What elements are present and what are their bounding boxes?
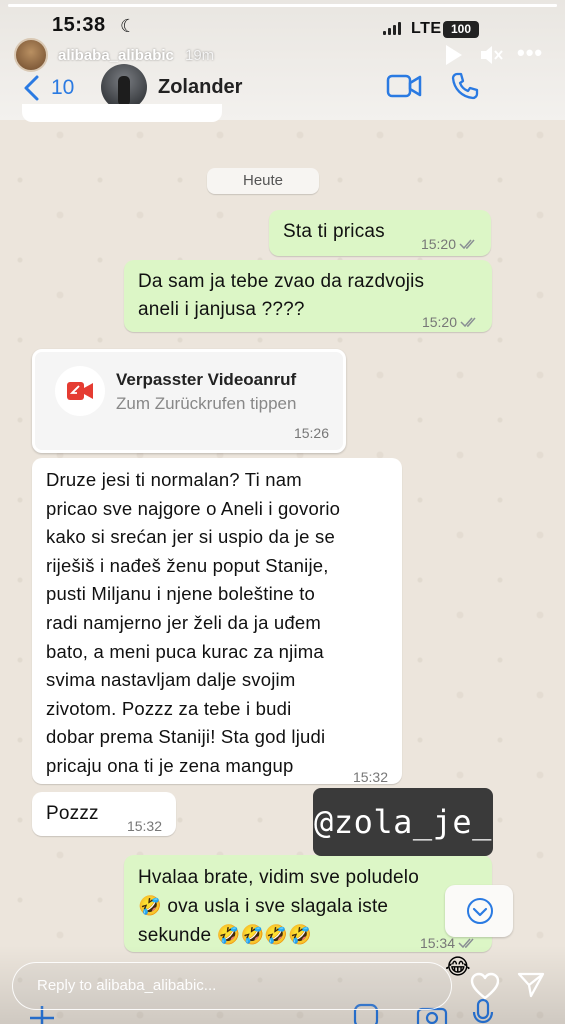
message-meta: 15:20 [422,308,480,336]
more-options-icon[interactable]: ••• [517,40,549,66]
play-icon[interactable] [440,42,466,68]
message-time: 15:32 [126,818,162,834]
network-label: LTE [411,20,442,37]
message-incoming[interactable]: Druze jesi ti normalan? Ti nam pricao sv… [32,458,402,785]
moon-icon: ☾ [120,16,137,36]
previous-message-edge [22,104,222,122]
missed-call-time: 15:26 [293,425,329,441]
phone-call-icon[interactable] [450,71,480,101]
message-outgoing[interactable]: Hvalaa brate, vidim sve poludelo 🤣 ova u… [124,855,492,952]
missed-call-subtitle: Zum Zurückrufen tippen [116,394,297,413]
message-meta: 15:20 [421,230,479,258]
message-outgoing[interactable]: Sta ti pricas 15:20 [269,210,491,256]
story-posted-ago: 19m [185,47,215,64]
message-time: 15:20 [420,236,456,252]
message-text: Sta ti pricas [283,221,385,242]
mention-sticker[interactable]: @zola_je_ [313,788,493,856]
message-text: Hvalaa brate, vidim sve poludelo 🤣 ova u… [138,867,419,946]
missed-video-call-card[interactable]: Verpasster Videoanruf Zum Zurückrufen ti… [32,349,346,453]
message-text: Druze jesi ti normalan? Ti nam pricao sv… [46,469,341,776]
date-separator: Heute [207,168,319,194]
missed-video-call-icon [67,382,93,400]
message-meta: 15:32 [127,812,162,840]
read-ticks-icon [459,239,475,250]
chevron-down-icon [467,898,493,924]
read-ticks-icon [460,317,476,328]
story-author-username[interactable]: alibaba_alibabic [58,47,174,64]
battery-icon: 100 [443,21,479,38]
message-text: Da sam ja tebe zvao da razdvojis aneli i… [138,271,425,320]
story-reply-input[interactable] [37,977,357,994]
story-viewer: 15:38 ☾ LTE 100 10 Zolander Heute Sta ti… [0,0,565,1024]
message-time: 15:20 [421,314,457,330]
mute-icon[interactable] [478,42,504,68]
story-reply-box[interactable] [12,962,452,1010]
back-unread-count[interactable]: 10 [51,76,74,100]
status-time: 15:38 [52,14,106,36]
scroll-to-bottom-button[interactable] [445,885,513,937]
send-icon[interactable] [516,970,546,1000]
video-call-icon[interactable] [386,73,422,99]
message-text: Pozzz [46,803,99,824]
signal-icon [383,22,401,35]
message-incoming[interactable]: Pozzz 15:32 [32,792,176,836]
story-author-avatar[interactable] [14,38,48,72]
message-meta: 15:32 [353,763,388,791]
story-progress-bar [8,4,557,7]
story-progress-fill [8,4,557,7]
missed-call-badge [55,366,105,416]
contact-name[interactable]: Zolander [158,76,242,99]
back-chevron-icon[interactable] [22,74,42,102]
message-time: 15:32 [352,769,388,785]
message-outgoing[interactable]: Da sam ja tebe zvao da razdvojis aneli i… [124,260,492,332]
heart-icon[interactable] [470,972,500,1000]
missed-call-title: Verpasster Videoanruf [116,370,297,389]
chat-screenshot: 15:38 ☾ LTE 100 10 Zolander Heute Sta ti… [0,0,565,1024]
laughing-emoji-reaction[interactable]: 😂 [445,954,471,980]
